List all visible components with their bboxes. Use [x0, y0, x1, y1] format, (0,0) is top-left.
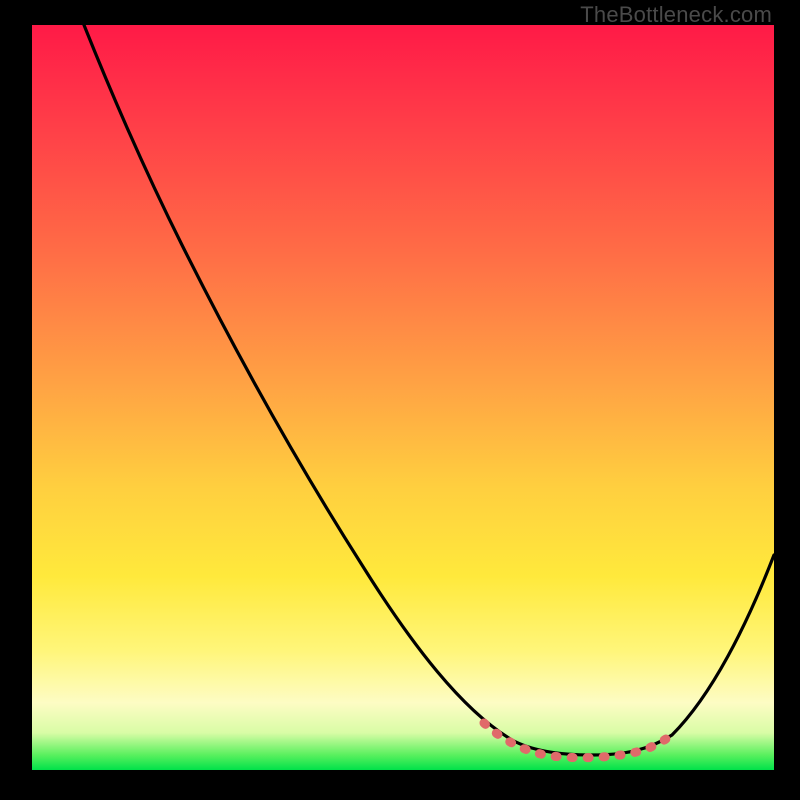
valley-highlight: [484, 723, 674, 758]
bottleneck-curve: [32, 25, 774, 770]
chart-frame: TheBottleneck.com: [0, 0, 800, 800]
watermark-text: TheBottleneck.com: [580, 2, 772, 28]
curve-path: [84, 25, 774, 755]
gradient-plot-area: [32, 25, 774, 770]
